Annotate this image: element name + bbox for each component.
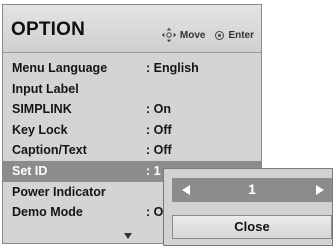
menu-item-key-lock[interactable]: Key Lock : Off	[3, 120, 261, 141]
right-arrow-icon[interactable]	[316, 185, 324, 195]
enter-hint-label: Enter	[228, 29, 254, 41]
menu-item-label: Demo Mode	[12, 205, 83, 220]
scroll-down-arrow-icon[interactable]	[124, 233, 132, 239]
menu-item-label: Key Lock	[12, 122, 68, 137]
ok-circle-icon	[215, 30, 225, 40]
menu-title: OPTION	[11, 19, 86, 40]
menu-item-label: Caption/Text	[12, 143, 87, 158]
menu-item-value: : Off	[146, 143, 172, 158]
menu-item-input-label[interactable]: Input Label	[3, 79, 261, 100]
menu-item-label: Menu Language	[12, 61, 108, 75]
tv-screen: OPTION Move Enter Menu Language: Englis…	[0, 0, 333, 246]
menu-item-simplink[interactable]: SIMPLINK : On	[3, 99, 261, 120]
menu-item-menu-language[interactable]: Menu Language : English	[3, 58, 261, 79]
close-button[interactable]: Close	[172, 215, 332, 239]
set-id-popup: 1 Close	[163, 168, 333, 246]
menu-item-caption-text[interactable]: Caption/Text : Off	[3, 140, 261, 161]
menu-item-label: SIMPLINK	[12, 102, 72, 117]
menu-item-label: Set ID	[12, 163, 48, 178]
navigation-hints: Move Enter	[161, 27, 254, 43]
menu-item-value: : On	[146, 102, 171, 117]
menu-item-value: : 1	[146, 163, 161, 178]
move-hint-label: Move	[179, 29, 206, 41]
menu-item-label: Input Label	[12, 81, 79, 96]
menu-item-value: : English	[146, 61, 199, 75]
set-id-selector[interactable]: 1	[172, 178, 332, 202]
set-id-value: 1	[248, 181, 256, 197]
menu-item-value: : O	[146, 205, 164, 220]
menu-item-label: Power Indicator	[12, 184, 106, 199]
menu-item-value: : Off	[146, 122, 172, 137]
four-way-arrow-icon	[161, 27, 177, 43]
menu-header: OPTION Move Enter	[3, 5, 261, 53]
